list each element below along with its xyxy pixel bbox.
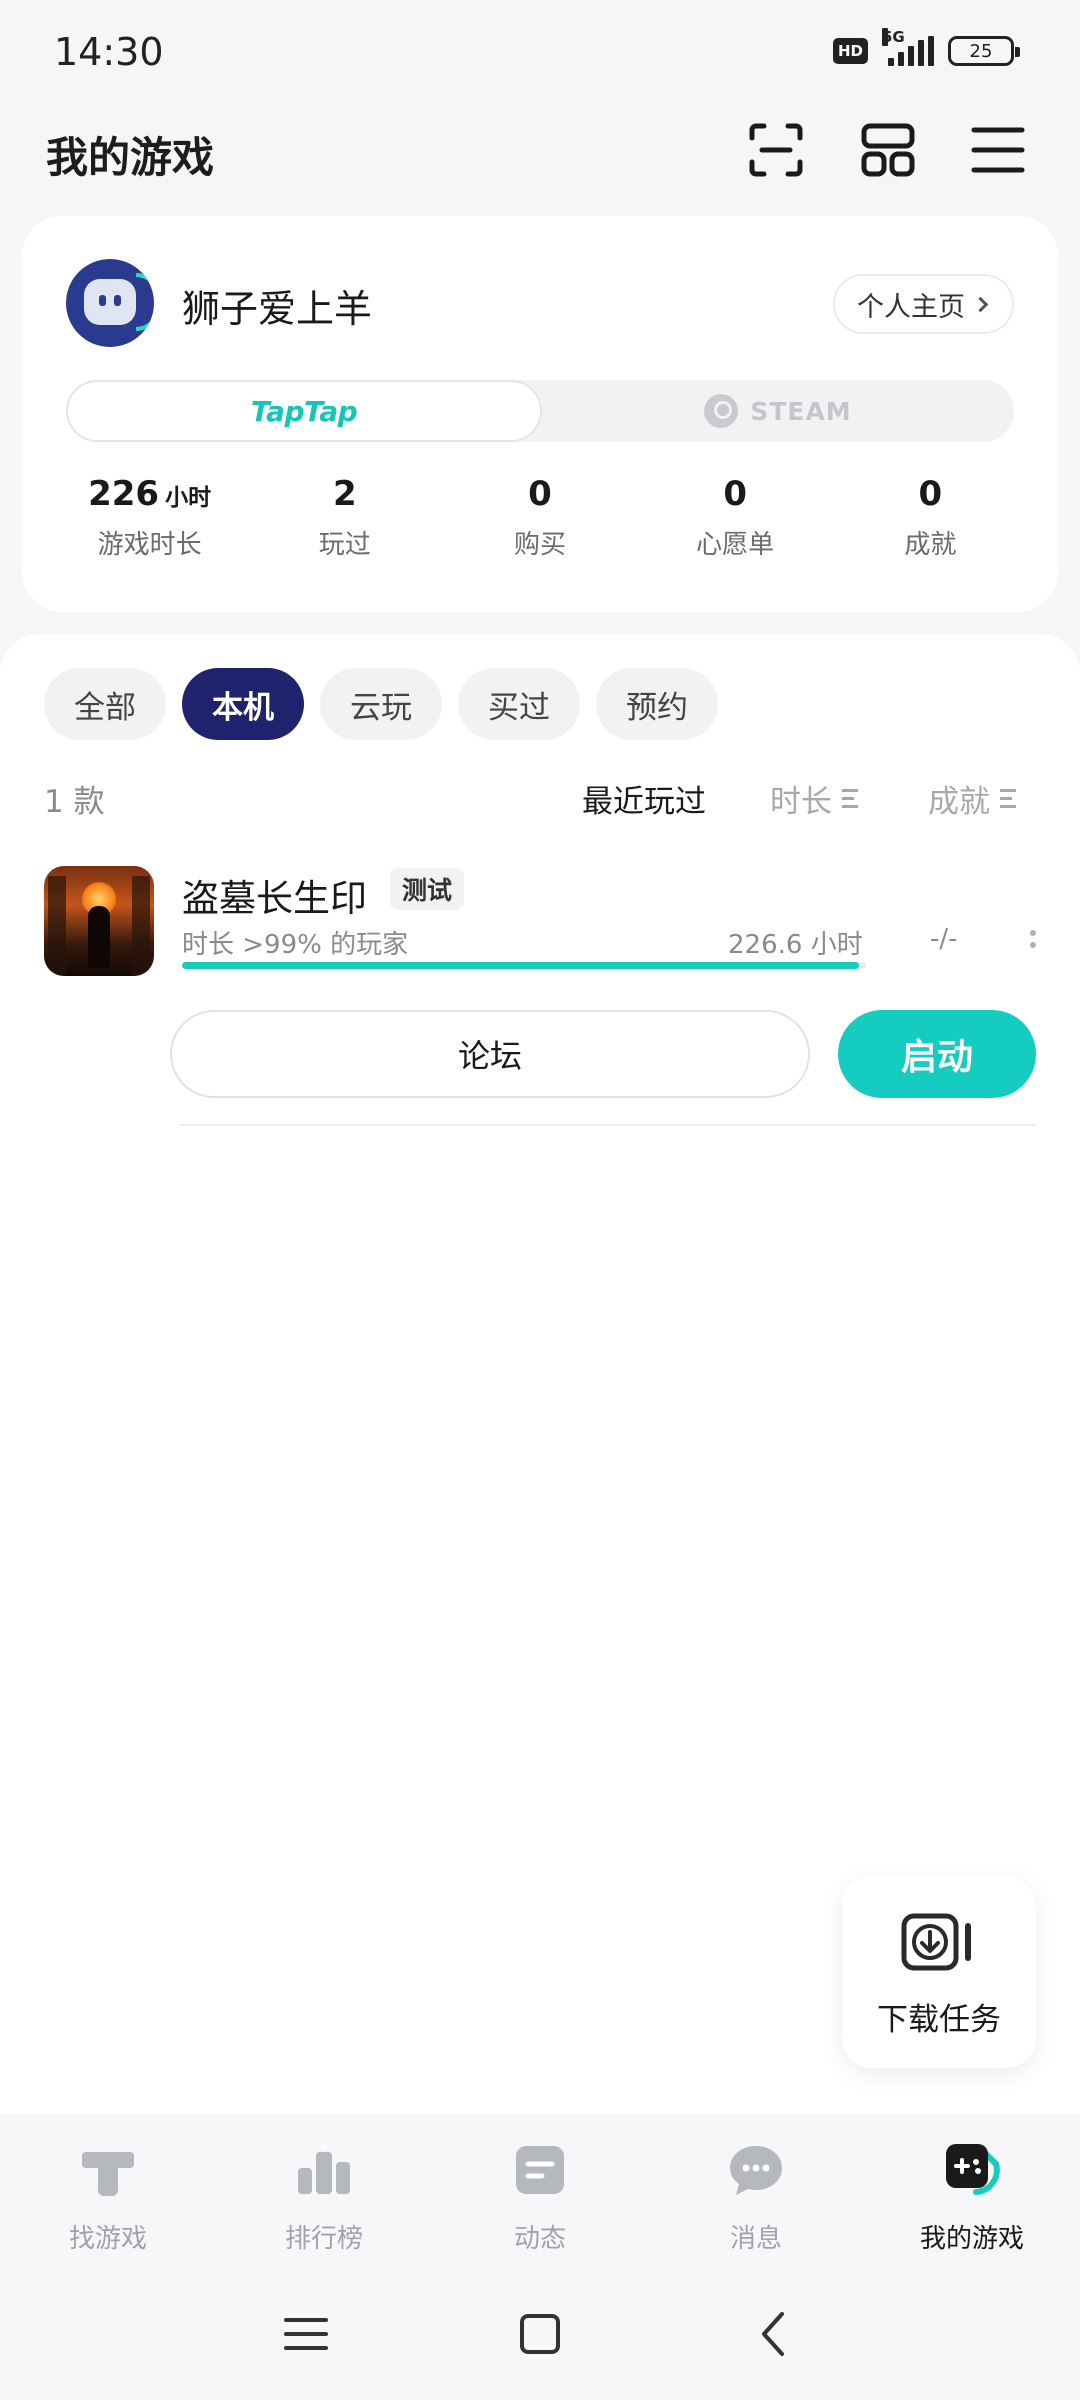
status-bar: 14:30 HD 5G 25 bbox=[0, 0, 1080, 110]
stat-label: 玩过 bbox=[318, 530, 371, 560]
game-title[interactable]: 盗墓长生印 bbox=[182, 868, 367, 922]
signal-icon: 5G bbox=[882, 28, 934, 66]
system-nav-bar bbox=[0, 2264, 1080, 2400]
download-task-button[interactable]: 下载任务 bbox=[842, 1876, 1036, 2068]
my-games-icon bbox=[946, 2144, 1000, 2195]
test-badge: 测试 bbox=[390, 868, 465, 910]
nav-messages[interactable]: 消息 bbox=[648, 2114, 864, 2264]
profile-home-button[interactable]: 个人主页 bbox=[833, 274, 1014, 334]
playtime-progress bbox=[182, 962, 866, 969]
message-icon bbox=[730, 2146, 782, 2195]
nav-leaderboard[interactable]: 排行榜 bbox=[216, 2114, 432, 2264]
scan-icon[interactable] bbox=[748, 122, 804, 178]
playtime-progress-fill bbox=[182, 962, 860, 969]
chevron-right-icon bbox=[972, 296, 989, 312]
hd-badge: HD bbox=[832, 38, 868, 64]
stat-purchased[interactable]: 0 购买 bbox=[442, 474, 637, 561]
stat-value: 0 bbox=[918, 474, 943, 514]
filter-local[interactable]: 本机 bbox=[182, 668, 304, 740]
profile-stats: 226 小时 游戏时长 2 玩过 0 购买 0 心愿单 0 成就 bbox=[52, 474, 1028, 561]
tab-taptap[interactable]: TapTap bbox=[66, 380, 542, 442]
bottom-nav: 找游戏 排行榜 动态 消息 我的游戏 bbox=[0, 2114, 1080, 2264]
sort-achievements-label: 成就 bbox=[928, 784, 990, 820]
page-header: 我的游戏 bbox=[0, 110, 1080, 220]
sort-icon bbox=[1000, 789, 1016, 808]
sort-playtime[interactable]: 时长 bbox=[770, 776, 858, 821]
profile-card: 狮子爱上羊 个人主页 TapTap STEAM 226 小时 游戏时长 2 玩过 … bbox=[22, 216, 1058, 612]
battery-level: 25 bbox=[969, 40, 993, 62]
network-label: 5G bbox=[882, 28, 905, 46]
leaderboard-icon bbox=[298, 2144, 350, 2194]
filter-all[interactable]: 全部 bbox=[44, 668, 166, 740]
stat-value: 0 bbox=[723, 474, 747, 514]
page-title: 我的游戏 bbox=[46, 133, 215, 182]
divider bbox=[178, 1124, 1036, 1126]
home-icon[interactable] bbox=[510, 2304, 570, 2364]
download-task-label: 下载任务 bbox=[877, 2002, 1001, 2038]
nav-feed[interactable]: 动态 bbox=[432, 2114, 648, 2264]
nav-my-games[interactable]: 我的游戏 bbox=[864, 2114, 1080, 2264]
avatar[interactable] bbox=[66, 259, 154, 347]
playtime-hours: 226.6 小时 bbox=[728, 930, 863, 960]
stat-value: 226 bbox=[88, 474, 160, 514]
platform-toggle: TapTap STEAM bbox=[66, 380, 1014, 442]
stat-label: 购买 bbox=[513, 530, 566, 560]
nav-label: 动态 bbox=[513, 2224, 566, 2254]
stat-value: 0 bbox=[528, 474, 552, 514]
sort-playtime-label: 时长 bbox=[770, 784, 832, 820]
filter-chips: 全部 本机 云玩 买过 预约 bbox=[44, 668, 718, 740]
grid-view-icon[interactable] bbox=[860, 122, 916, 178]
profile-home-label: 个人主页 bbox=[857, 291, 965, 323]
launch-button[interactable]: 启动 bbox=[838, 1010, 1036, 1098]
feed-icon bbox=[516, 2146, 564, 2194]
filter-reserved[interactable]: 预约 bbox=[596, 668, 718, 740]
status-icons: HD 5G 25 bbox=[832, 28, 1020, 66]
filter-cloud[interactable]: 云玩 bbox=[320, 668, 442, 740]
stat-value: 2 bbox=[332, 474, 357, 514]
download-icon bbox=[901, 1913, 971, 1971]
sort-recent-label: 最近玩过 bbox=[582, 784, 706, 820]
stat-played[interactable]: 2 玩过 bbox=[247, 474, 442, 561]
stat-achievements[interactable]: 0 成就 bbox=[833, 474, 1028, 561]
filter-bought[interactable]: 买过 bbox=[458, 668, 580, 740]
nav-find-games[interactable]: 找游戏 bbox=[0, 2114, 216, 2264]
menu-icon[interactable] bbox=[970, 122, 1026, 178]
stat-label: 游戏时长 bbox=[97, 530, 202, 560]
sort-recent[interactable]: 最近玩过 bbox=[582, 776, 706, 821]
recent-apps-icon[interactable] bbox=[276, 2304, 336, 2364]
nav-label: 找游戏 bbox=[68, 2224, 147, 2254]
forum-button[interactable]: 论坛 bbox=[170, 1010, 810, 1098]
steam-label: STEAM bbox=[750, 396, 852, 426]
battery-icon: 25 bbox=[948, 36, 1020, 66]
tab-steam[interactable]: STEAM bbox=[542, 380, 1014, 442]
back-icon[interactable] bbox=[744, 2304, 804, 2364]
more-options-icon[interactable] bbox=[1030, 930, 1038, 948]
sort-icon bbox=[842, 789, 858, 808]
find-games-icon bbox=[82, 2152, 134, 2196]
nav-label: 消息 bbox=[729, 2224, 782, 2254]
stat-label: 成就 bbox=[904, 530, 957, 560]
taptap-logo: TapTap bbox=[250, 394, 358, 428]
game-icon[interactable] bbox=[44, 866, 154, 976]
stat-playtime[interactable]: 226 小时 游戏时长 bbox=[52, 474, 247, 561]
status-time: 14:30 bbox=[54, 30, 164, 74]
steam-icon bbox=[704, 394, 739, 428]
username: 狮子爱上羊 bbox=[182, 287, 373, 331]
sort-achievements[interactable]: 成就 bbox=[928, 776, 1016, 821]
nav-label: 排行榜 bbox=[284, 2224, 363, 2254]
game-count: 1 款 bbox=[44, 784, 105, 820]
stat-label: 心愿单 bbox=[696, 530, 775, 560]
playtime-rank: 时长 >99% 的玩家 bbox=[182, 930, 409, 960]
nav-label: 我的游戏 bbox=[919, 2224, 1024, 2254]
stat-unit: 小时 bbox=[165, 485, 212, 511]
achievement-count: -/- bbox=[930, 924, 958, 954]
stat-wishlist[interactable]: 0 心愿单 bbox=[638, 474, 833, 561]
